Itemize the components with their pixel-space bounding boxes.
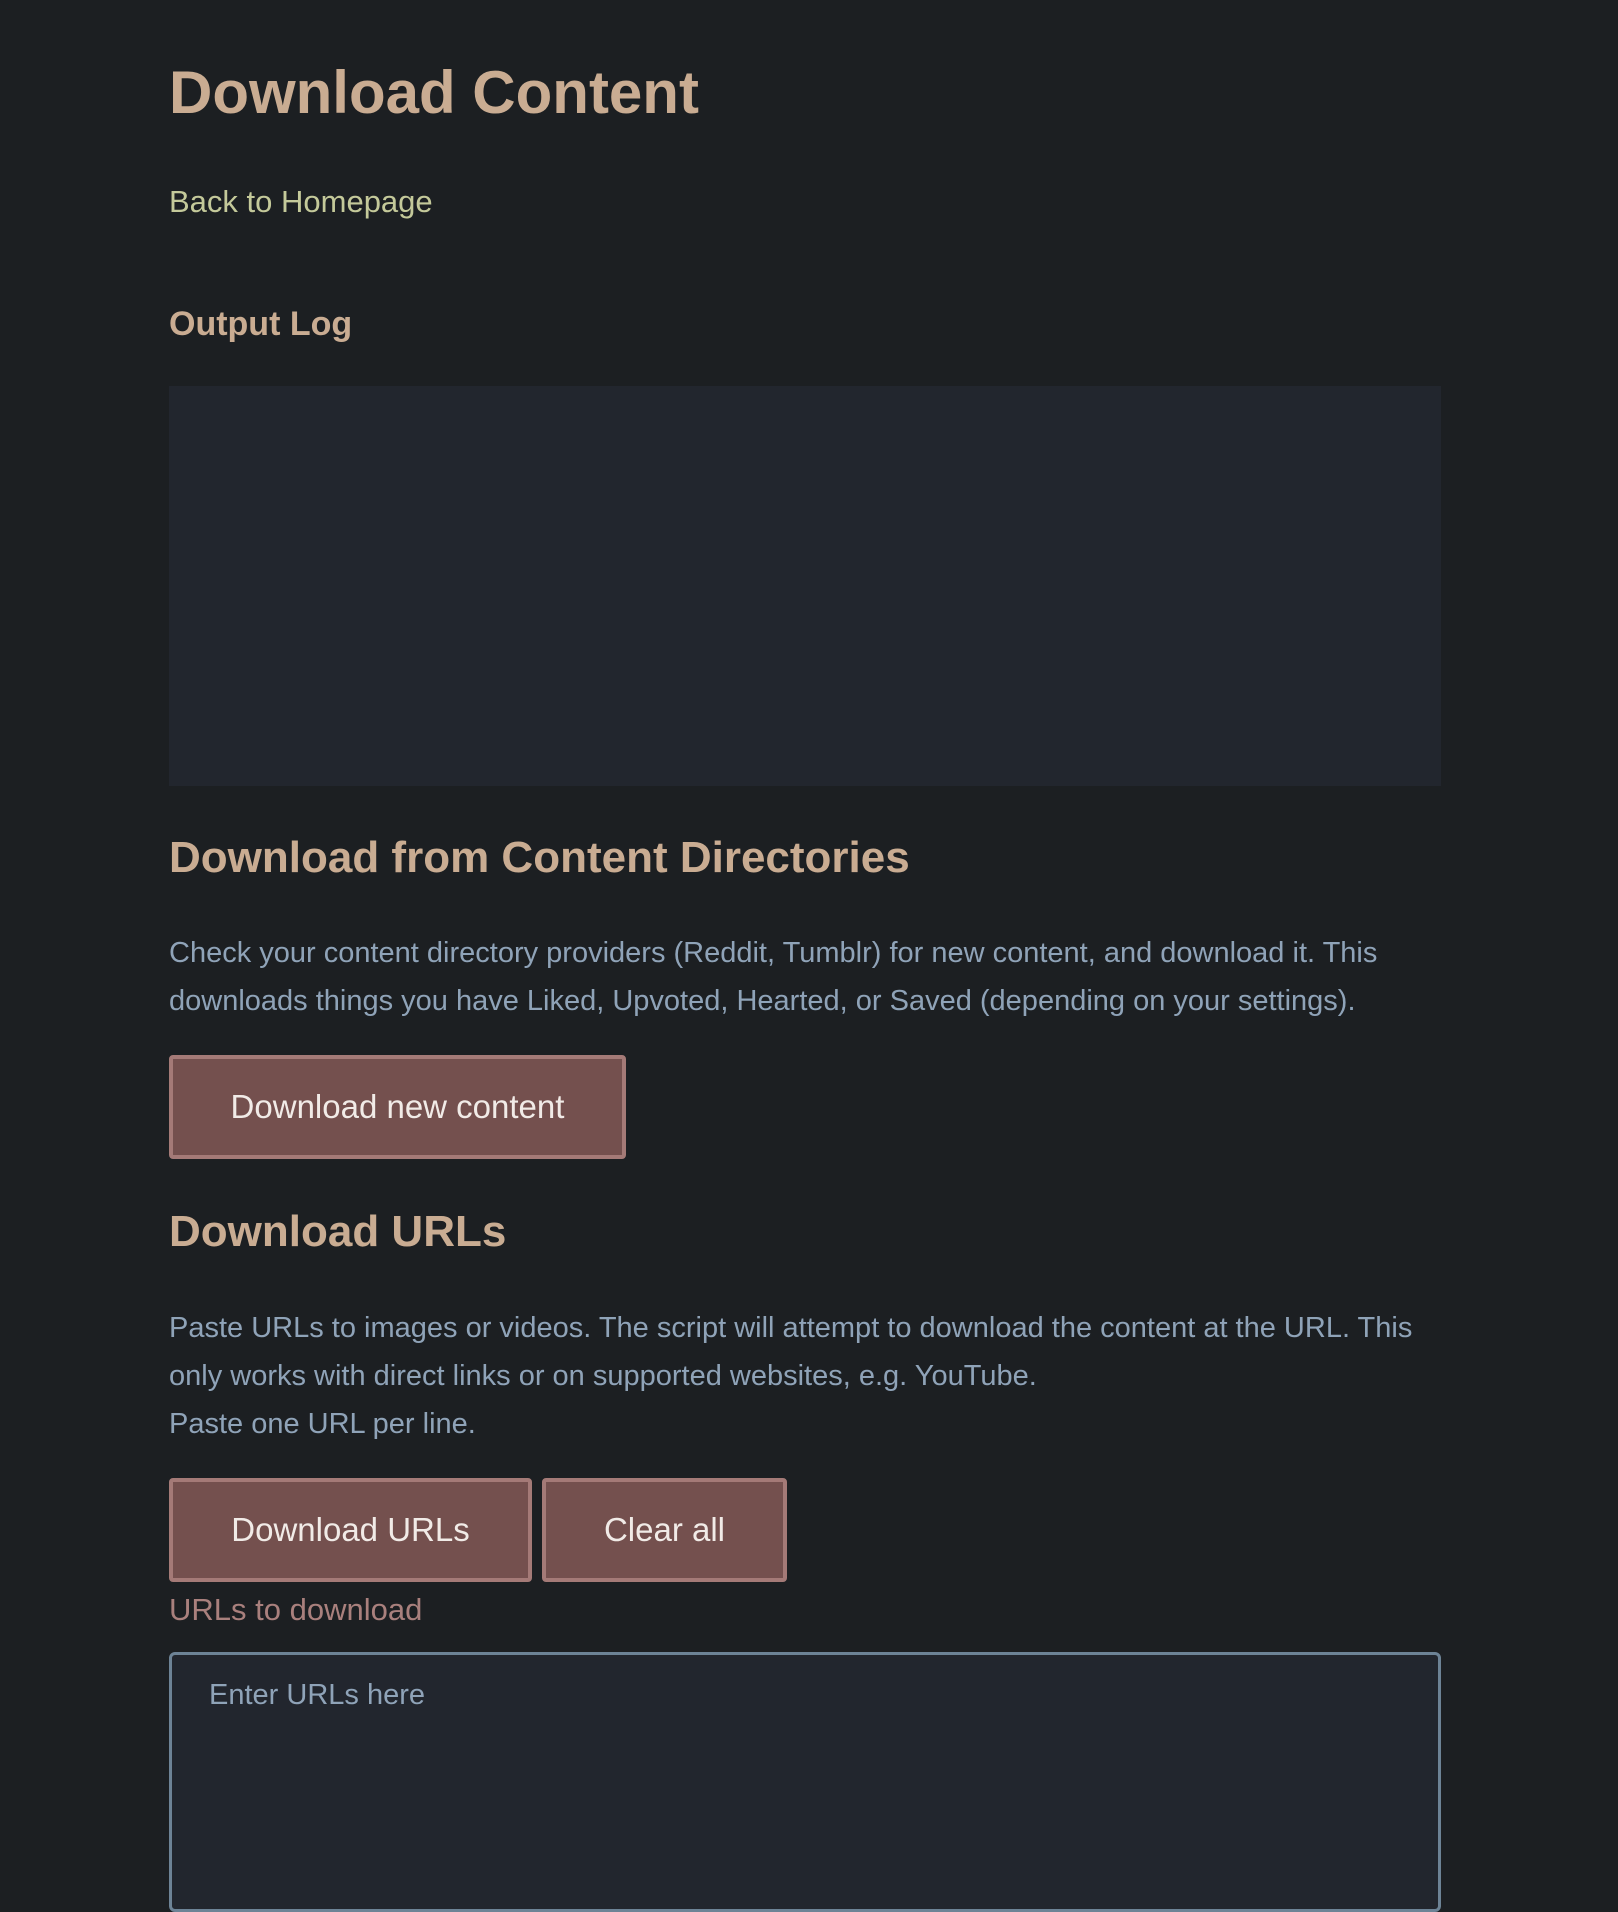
urls-input-label: URLs to download (169, 1592, 423, 1627)
download-urls-description: Paste URLs to images or videos. The scri… (169, 1304, 1441, 1448)
download-urls-button[interactable]: Download URLs (169, 1478, 532, 1582)
output-log-heading: Output Log (169, 305, 353, 343)
content-directories-heading: Download from Content Directories (169, 833, 910, 882)
download-urls-instruction: Paste one URL per line. (169, 1408, 476, 1440)
page-title: Download Content (169, 59, 699, 126)
back-to-homepage-link[interactable]: Back to Homepage (169, 184, 433, 220)
download-urls-description-text: Paste URLs to images or videos. The scri… (169, 1312, 1413, 1392)
clear-all-button[interactable]: Clear all (542, 1478, 787, 1582)
urls-input[interactable] (169, 1652, 1441, 1912)
output-log-panel[interactable] (169, 386, 1441, 786)
content-directories-description: Check your content directory providers (… (169, 937, 1378, 1017)
download-urls-heading: Download URLs (169, 1207, 507, 1256)
download-new-content-button[interactable]: Download new content (169, 1055, 626, 1159)
